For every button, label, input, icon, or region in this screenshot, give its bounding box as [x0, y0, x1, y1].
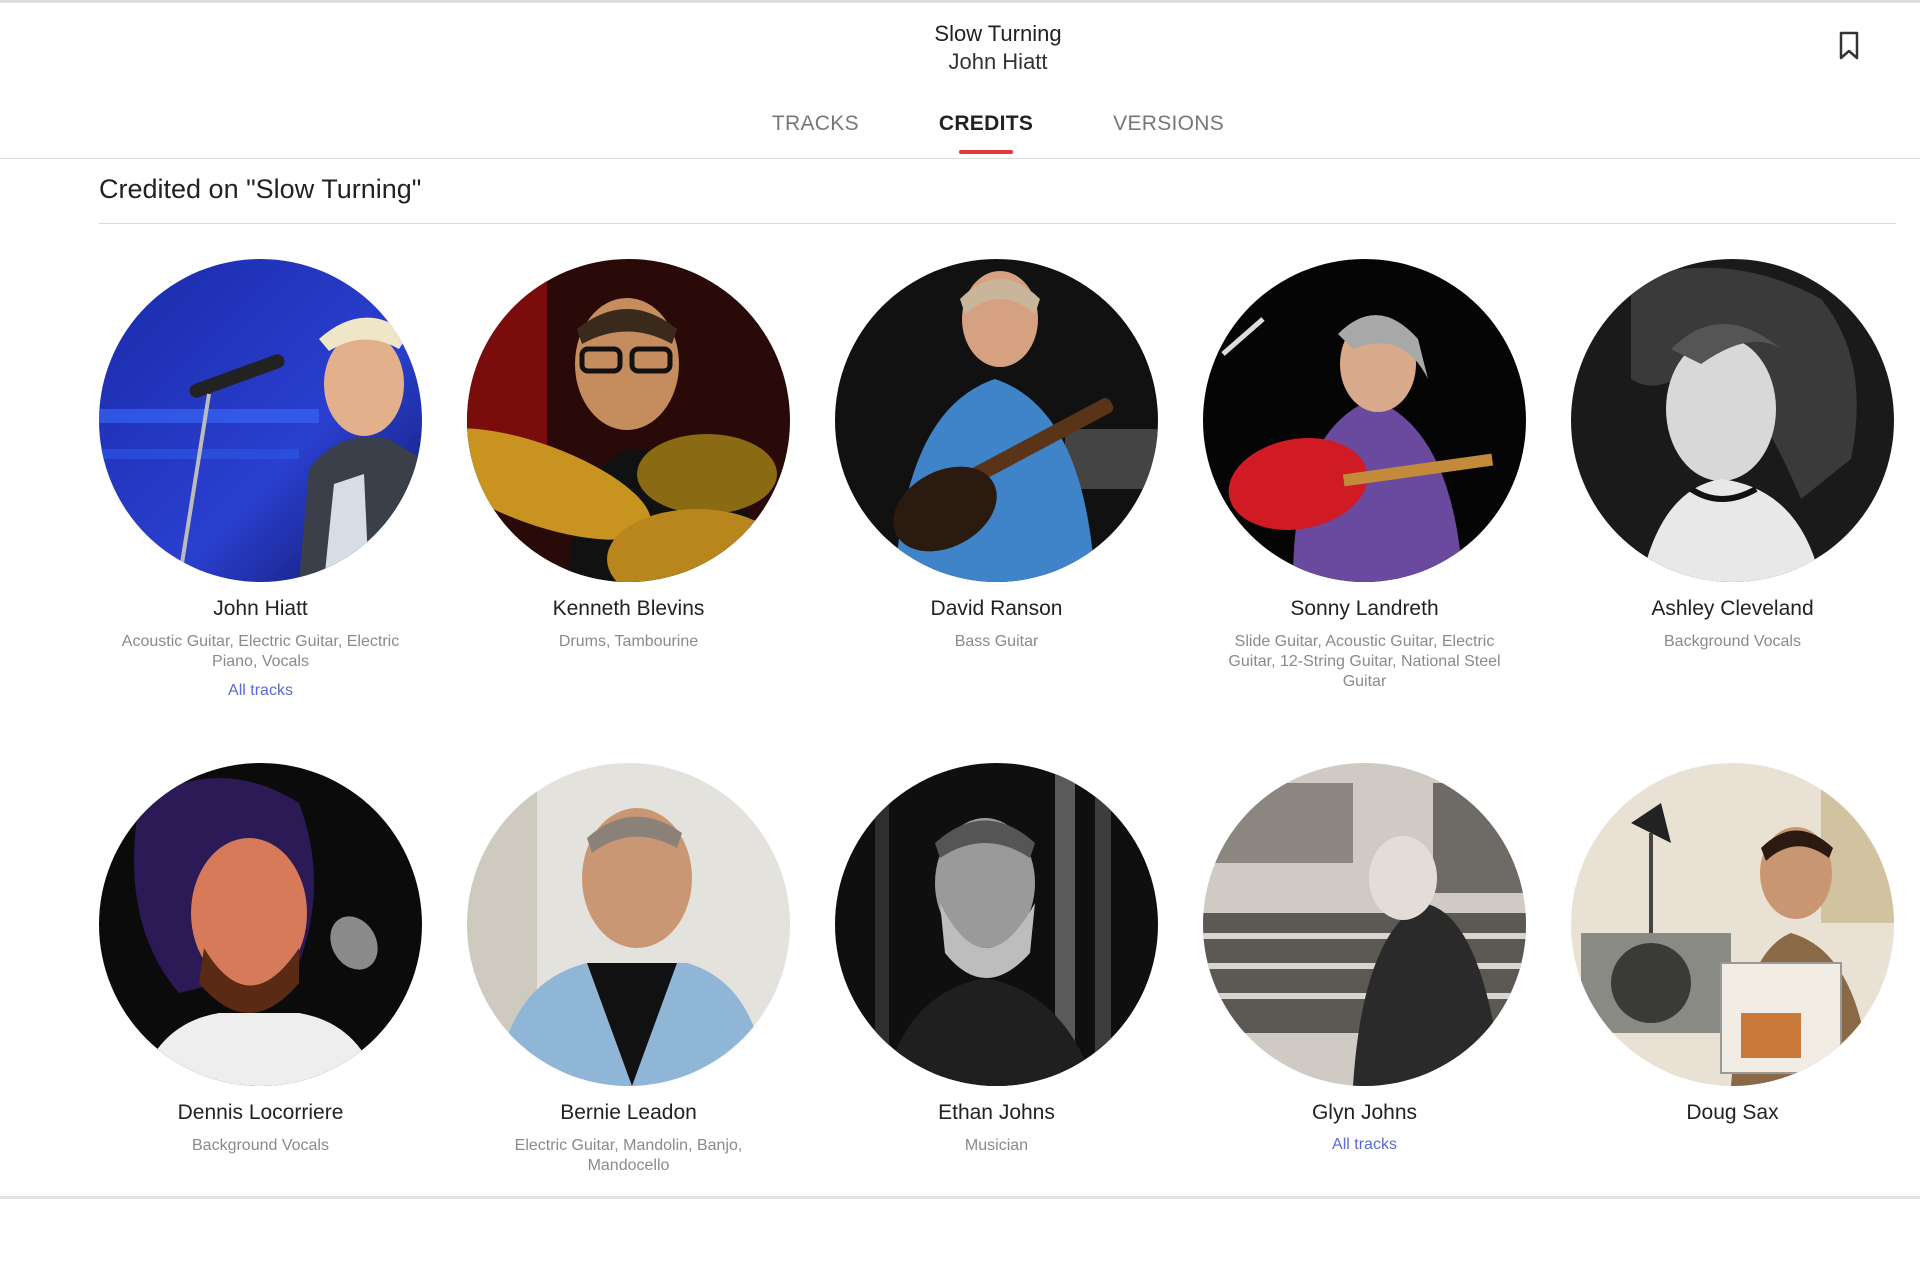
credit-roles: Drums, Tambourine	[558, 633, 699, 650]
avatar[interactable]	[467, 259, 790, 582]
avatar[interactable]	[1571, 259, 1894, 582]
photo-singer-red-light	[99, 763, 422, 1086]
tab-tracks[interactable]: TRACKS	[772, 112, 859, 154]
credit-roles: Background Vocals	[1664, 633, 1801, 650]
section-title: Credited on "Slow Turning"	[99, 174, 422, 204]
photo-singer-at-microphone	[99, 259, 422, 582]
photo-guitarist-red-guitar	[1203, 259, 1526, 582]
credit-roles: Electric Guitar, Mandolin, Banjo, Mandoc…	[514, 1137, 743, 1174]
credit-card[interactable]: John Hiatt Acoustic Guitar, Electric Gui…	[99, 259, 422, 763]
credit-name[interactable]: Ethan Johns	[835, 1100, 1158, 1126]
credit-card[interactable]: Doug Sax	[1571, 763, 1894, 1267]
photo-man-denim-jacket	[467, 763, 790, 1086]
credit-roles: Acoustic Guitar, Electric Guitar, Electr…	[121, 633, 400, 670]
bottom-divider	[0, 1196, 1920, 1199]
credit-name[interactable]: Dennis Locorriere	[99, 1100, 422, 1126]
credit-roles: Slide Guitar, Acoustic Guitar, Electric …	[1228, 633, 1501, 690]
photo-man-with-lathe-record	[1571, 763, 1894, 1086]
avatar[interactable]	[99, 259, 422, 582]
credit-roles: Bass Guitar	[954, 633, 1039, 650]
avatar[interactable]	[1571, 763, 1894, 1086]
credit-name[interactable]: Kenneth Blevins	[467, 596, 790, 622]
photo-drummer-with-cymbals	[467, 259, 790, 582]
credit-name[interactable]: Glyn Johns	[1203, 1100, 1526, 1126]
credit-roles: Musician	[964, 1137, 1029, 1154]
credit-card[interactable]: Bernie Leadon Electric Guitar, Mandolin,…	[467, 763, 790, 1267]
credit-roles: Background Vocals	[192, 1137, 329, 1154]
tab-versions[interactable]: VERSIONS	[1113, 112, 1224, 154]
credit-card[interactable]: Ethan Johns Musician	[835, 763, 1158, 1267]
credit-name[interactable]: Bernie Leadon	[467, 1100, 790, 1126]
credit-name[interactable]: Sonny Landreth	[1203, 596, 1526, 622]
avatar[interactable]	[835, 763, 1158, 1086]
credit-card[interactable]: Ashley Cleveland Background Vocals	[1571, 259, 1894, 763]
credit-card[interactable]: Sonny Landreth Slide Guitar, Acoustic Gu…	[1203, 259, 1526, 763]
photo-bw-portrait-woman	[1571, 259, 1894, 582]
credits-grid: John Hiatt Acoustic Guitar, Electric Gui…	[99, 259, 1896, 1267]
credit-card[interactable]: Kenneth Blevins Drums, Tambourine	[467, 259, 790, 763]
tab-bar: TRACKS CREDITS VERSIONS	[0, 112, 1920, 154]
avatar[interactable]	[467, 763, 790, 1086]
all-tracks-link[interactable]: All tracks	[99, 682, 422, 700]
album-artist[interactable]: John Hiatt	[0, 48, 1920, 76]
album-header: Slow Turning John Hiatt TRACKS CREDITS V…	[0, 0, 1920, 159]
album-title-block: Slow Turning John Hiatt	[0, 20, 1920, 76]
photo-bw-bearded-man	[835, 763, 1158, 1086]
bookmark-icon[interactable]	[1836, 30, 1862, 62]
avatar[interactable]	[1203, 259, 1526, 582]
credit-card[interactable]: David Ranson Bass Guitar	[835, 259, 1158, 763]
credit-name[interactable]: John Hiatt	[99, 596, 422, 622]
credit-name[interactable]: Doug Sax	[1571, 1100, 1894, 1126]
credit-name[interactable]: David Ranson	[835, 596, 1158, 622]
avatar[interactable]	[835, 259, 1158, 582]
credit-name[interactable]: Ashley Cleveland	[1571, 596, 1894, 622]
all-tracks-link[interactable]: All tracks	[1203, 1136, 1526, 1154]
section-divider	[99, 223, 1896, 224]
album-title: Slow Turning	[934, 21, 1062, 46]
credit-card[interactable]: Glyn Johns All tracks	[1203, 763, 1526, 1267]
photo-mixing-console-sepia	[1203, 763, 1526, 1086]
photo-bassist-blue-shirt	[835, 259, 1158, 582]
avatar[interactable]	[1203, 763, 1526, 1086]
tab-credits[interactable]: CREDITS	[939, 112, 1033, 154]
credit-card[interactable]: Dennis Locorriere Background Vocals	[99, 763, 422, 1267]
avatar[interactable]	[99, 763, 422, 1086]
